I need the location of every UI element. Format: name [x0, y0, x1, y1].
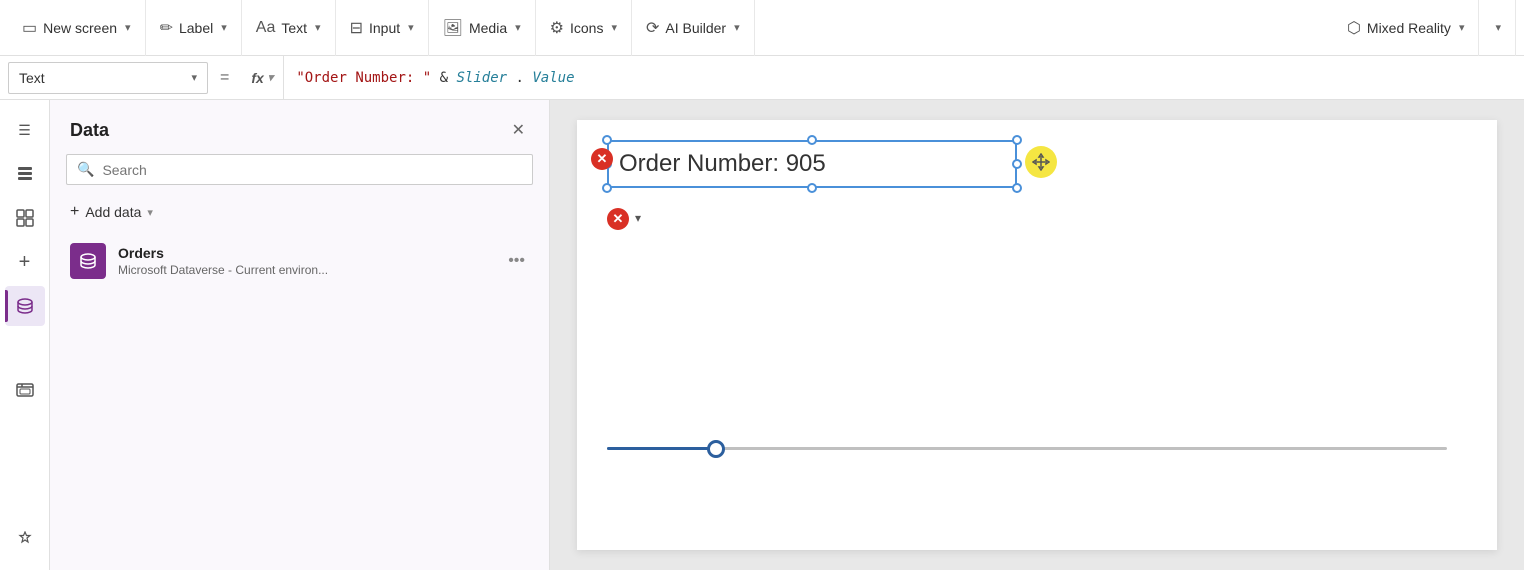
mixed-reality-chevron[interactable]: ▾: [1459, 21, 1465, 34]
property-dropdown-chevron[interactable]: ▾: [191, 71, 197, 84]
screen-icon: ▭: [22, 18, 37, 38]
sidebar-item-components[interactable]: [5, 198, 45, 238]
error-badge-2[interactable]: ✕: [607, 208, 629, 230]
slider-track[interactable]: [607, 447, 1447, 450]
sidebar-item-layers[interactable]: [5, 154, 45, 194]
label-chevron[interactable]: ▾: [221, 21, 227, 34]
text-element[interactable]: Order Number: 905: [607, 140, 1017, 188]
mixed-reality-label: Mixed Reality: [1367, 20, 1451, 36]
text-icon: Aa: [256, 19, 276, 37]
text-chevron[interactable]: ▾: [315, 21, 321, 34]
fx-button[interactable]: fx ▾: [241, 56, 284, 99]
main-area: ☰ + Data ✕ 🔍 + Add data ▾: [0, 100, 1524, 570]
media-chevron[interactable]: ▾: [515, 21, 521, 34]
sidebar-item-add[interactable]: +: [5, 242, 45, 282]
media-icon: 🖼: [443, 18, 463, 38]
slider-thumb[interactable]: [707, 440, 725, 458]
search-input[interactable]: [102, 162, 522, 178]
data-panel-close[interactable]: ✕: [508, 116, 529, 144]
handle-bottom-left[interactable]: [602, 183, 612, 193]
fx-label: fx: [251, 70, 263, 86]
handle-top-middle[interactable]: [807, 135, 817, 145]
input-button[interactable]: ⊟ Input ▾: [336, 0, 429, 56]
formula-expression[interactable]: "Order Number: " & Slider . Value: [284, 70, 1516, 86]
text-label: Text: [281, 20, 307, 36]
icons-chevron[interactable]: ▾: [611, 21, 617, 34]
add-data-label: Add data: [85, 204, 141, 220]
formula-ampersand: &: [440, 70, 457, 86]
formula-bar: Text ▾ = fx ▾ "Order Number: " & Slider …: [0, 56, 1524, 100]
text-button[interactable]: Aa Text ▾: [242, 0, 336, 56]
mixed-reality-button[interactable]: ⬡ Mixed Reality ▾: [1333, 0, 1480, 56]
property-label: Text: [19, 70, 45, 86]
ai-builder-button[interactable]: ⟳ AI Builder ▾: [632, 0, 755, 56]
sidebar-item-media[interactable]: [5, 370, 45, 410]
formula-var: Slider: [456, 70, 507, 86]
new-screen-label: New screen: [43, 20, 117, 36]
more-chevron[interactable]: ▾: [1495, 21, 1501, 34]
data-panel-header: Data ✕: [50, 100, 549, 154]
equals-sign: =: [208, 69, 241, 87]
mixed-reality-icon: ⬡: [1347, 18, 1361, 38]
handle-top-right[interactable]: [1012, 135, 1022, 145]
formula-dot: .: [516, 70, 524, 86]
media-label: Media: [469, 20, 507, 36]
input-label: Input: [369, 20, 400, 36]
ai-builder-label: AI Builder: [665, 20, 726, 36]
add-data-chevron[interactable]: ▾: [147, 206, 153, 219]
media-button[interactable]: 🖼 Media ▾: [429, 0, 536, 56]
icons-button[interactable]: ⚙ Icons ▾: [536, 0, 632, 56]
fx-chevron[interactable]: ▾: [268, 71, 274, 84]
sidebar-item-hamburger[interactable]: ☰: [5, 110, 45, 150]
handle-top-left[interactable]: [602, 135, 612, 145]
orders-item-info: Orders Microsoft Dataverse - Current env…: [118, 245, 492, 277]
data-panel-title: Data: [70, 120, 109, 141]
handle-middle-right[interactable]: [1012, 159, 1022, 169]
data-panel: Data ✕ 🔍 + Add data ▾ Orders Microsoft D…: [50, 100, 550, 570]
add-data-button[interactable]: + Add data ▾: [50, 197, 549, 233]
ai-builder-icon: ⟳: [646, 18, 659, 38]
sidebar-icons: ☰ +: [0, 100, 50, 570]
orders-item-desc: Microsoft Dataverse - Current environ...: [118, 263, 492, 277]
slider-fill: [607, 447, 716, 450]
error-badge-1[interactable]: ✕: [591, 148, 613, 170]
icons-label: Icons: [570, 20, 603, 36]
add-data-plus-icon: +: [70, 203, 79, 221]
property-dropdown[interactable]: Text ▾: [8, 62, 208, 94]
canvas[interactable]: Order Number: 905 ✕ ✕ ▾: [577, 120, 1497, 550]
more-button[interactable]: ▾: [1479, 0, 1516, 56]
label-icon: ✏: [160, 18, 173, 38]
sidebar-item-data[interactable]: [5, 286, 45, 326]
move-icon[interactable]: [1025, 146, 1057, 178]
orders-data-item[interactable]: Orders Microsoft Dataverse - Current env…: [50, 233, 549, 289]
new-screen-button[interactable]: ▭ New screen ▾: [8, 0, 146, 56]
new-screen-chevron[interactable]: ▾: [125, 21, 131, 34]
handle-bottom-right[interactable]: [1012, 183, 1022, 193]
sidebar-item-settings[interactable]: [5, 520, 45, 560]
input-chevron[interactable]: ▾: [408, 21, 414, 34]
canvas-area: Order Number: 905 ✕ ✕ ▾: [550, 100, 1524, 570]
label-button[interactable]: ✏ Label ▾: [146, 0, 242, 56]
icons-icon: ⚙: [550, 18, 564, 38]
formula-string: "Order Number: ": [296, 70, 439, 86]
handle-bottom-middle[interactable]: [807, 183, 817, 193]
orders-item-name: Orders: [118, 245, 492, 261]
orders-item-icon: [70, 243, 106, 279]
element-text-content: Order Number: 905: [607, 140, 1017, 187]
ai-builder-chevron[interactable]: ▾: [734, 21, 740, 34]
search-icon: 🔍: [77, 161, 94, 178]
slider-container: [607, 447, 1447, 450]
toolbar: ▭ New screen ▾ ✏ Label ▾ Aa Text ▾ ⊟ Inp…: [0, 0, 1524, 56]
orders-item-menu[interactable]: •••: [504, 248, 529, 274]
element-chevron[interactable]: ▾: [635, 211, 641, 225]
search-box[interactable]: 🔍: [66, 154, 533, 185]
input-icon: ⊟: [350, 18, 363, 38]
formula-property: Value: [532, 70, 574, 86]
label-label: Label: [179, 20, 213, 36]
